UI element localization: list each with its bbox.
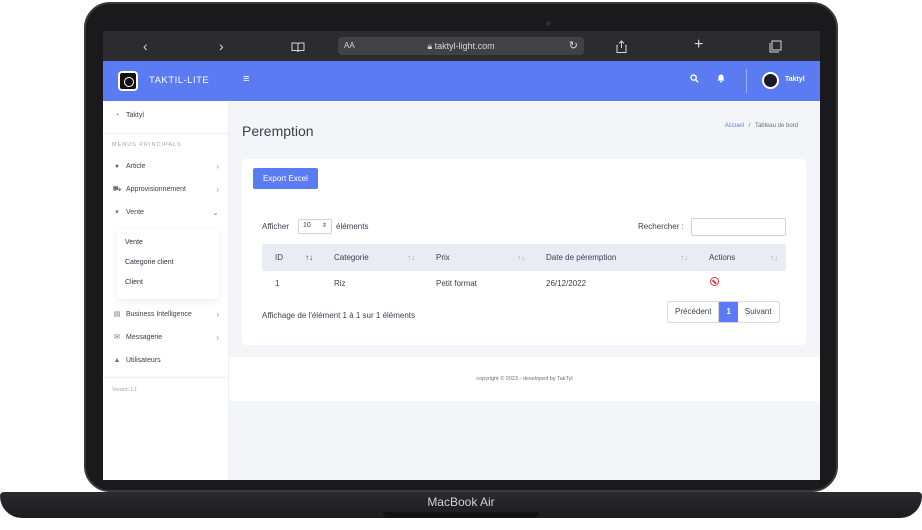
address-bar[interactable]: AA 🔒︎ taktyl-light.com ↻ xyxy=(338,37,584,55)
column-header-categorie[interactable]: Categorie xyxy=(334,244,369,271)
datatable-card: Export Excel Afficher 10 ⇕ éléments Rech… xyxy=(242,159,806,345)
sort-desc-icon[interactable]: ↑↓ xyxy=(305,244,313,271)
search-label: Rechercher : xyxy=(638,222,684,231)
user-name[interactable]: Taktyl xyxy=(785,76,805,83)
cell-date: 26/12/2022 xyxy=(546,279,587,288)
share-icon[interactable] xyxy=(616,39,627,57)
screen: ‹ › AA 🔒︎ taktyl-light.com ↻ + TAKTIL-LI… xyxy=(103,31,820,480)
breadcrumb: Accueil / Tableau de bord xyxy=(725,123,798,129)
sidebar-item-label: Article xyxy=(126,163,146,170)
sidebar-item-approvisionnement[interactable]: ⛟ Approvisionnement › xyxy=(103,181,229,199)
reload-icon[interactable]: ↻ xyxy=(569,37,578,55)
pagination-previous[interactable]: Précédent xyxy=(668,302,720,322)
column-header-actions[interactable]: Actions xyxy=(709,244,735,271)
sidebar-item-vente[interactable]: ▾ Vente ⌄ xyxy=(103,204,229,222)
version-label: Version 1.1 xyxy=(112,387,138,393)
footer: copyright © 2023 - developed by TakTyl xyxy=(229,357,820,401)
sort-icon[interactable]: ↑↓ xyxy=(680,244,688,271)
page-size-suffix: éléments xyxy=(336,222,369,231)
truck-icon: ⛟ xyxy=(112,186,122,193)
search-icon[interactable] xyxy=(690,74,699,85)
page-size-value: 10 xyxy=(303,222,311,229)
tabs-overview-icon[interactable] xyxy=(769,39,782,57)
pagination-next[interactable]: Suivant xyxy=(738,302,779,322)
cart-icon: ▾ xyxy=(115,209,119,216)
select-arrows-icon: ⇕ xyxy=(321,223,327,229)
sidebar-item-label: Approvisionnement xyxy=(126,186,186,193)
page-title: Peremption xyxy=(242,123,314,139)
chart-icon: ▤ xyxy=(113,311,121,318)
sidebar-item-label: Utilisateurs xyxy=(126,357,161,364)
breadcrumb-home[interactable]: Accueil xyxy=(725,123,744,129)
device-label: MacBook Air xyxy=(427,495,495,509)
sidebar-item-dashboard[interactable]: ◔ Taktyl xyxy=(103,107,229,125)
sidebar-item-label: Taktyl xyxy=(126,112,144,119)
lock-icon: 🔒︎ xyxy=(427,41,435,51)
avatar[interactable] xyxy=(762,72,779,89)
browser-toolbar: ‹ › AA 🔒︎ taktyl-light.com ↻ + xyxy=(103,31,820,61)
cell-id: 1 xyxy=(275,279,280,288)
sidebar-item-article[interactable]: ● Article › xyxy=(103,158,229,176)
table-header: ID ↑↓ Categorie ↑↓ Prix ↑↓ Date de pérem… xyxy=(262,244,786,271)
book-icon[interactable] xyxy=(291,39,305,57)
table-info: Affichage de l'élément 1 à 1 sur 1 éléme… xyxy=(262,311,416,320)
forward-button[interactable]: › xyxy=(219,37,224,55)
sort-icon[interactable]: ↑↓ xyxy=(770,244,778,271)
cube-icon: ● xyxy=(114,163,120,170)
sort-icon[interactable]: ↑↓ xyxy=(517,244,525,271)
pagination: Précédent 1 Suivant xyxy=(667,301,780,323)
back-button[interactable]: ‹ xyxy=(143,37,148,55)
sidebar-section-header: MENUS PRINCIPALS xyxy=(112,142,182,148)
cell-categorie: Riz xyxy=(334,279,346,288)
brand-name: TAKTIL-LITE xyxy=(149,75,210,86)
menu-toggle-icon[interactable]: ≡ xyxy=(243,73,249,85)
breadcrumb-separator: / xyxy=(748,123,751,129)
chevron-right-icon: › xyxy=(216,185,219,194)
sidebar-item-messagerie[interactable]: ✉ Messagerie › xyxy=(103,329,229,347)
column-header-id[interactable]: ID xyxy=(275,244,283,271)
laptop-notch xyxy=(383,512,539,518)
bell-icon[interactable] xyxy=(717,74,725,85)
new-tab-icon[interactable]: + xyxy=(694,36,703,54)
url-value: taktyl-light.com xyxy=(434,41,495,51)
cell-prix: Petit format xyxy=(436,279,477,288)
column-header-prix[interactable]: Prix xyxy=(436,244,450,271)
camera xyxy=(546,21,551,26)
breadcrumb-current: Tableau de bord xyxy=(754,123,798,129)
pagination-page-current[interactable]: 1 xyxy=(719,302,738,322)
search-input[interactable] xyxy=(691,218,786,236)
envelope-icon: ✉ xyxy=(114,334,120,341)
sidebar-brand[interactable]: TAKTIL-LITE xyxy=(103,61,229,101)
page-size-select[interactable]: 10 ⇕ xyxy=(298,219,332,234)
sidebar-item-business-intelligence[interactable]: ▤ Business Intelligence › xyxy=(103,306,229,324)
column-header-date[interactable]: Date de péremption xyxy=(546,244,616,271)
sidebar-item-utilisateurs[interactable]: ▲ Utilisateurs xyxy=(103,352,229,370)
sidebar-divider xyxy=(103,133,229,134)
user-icon: ▲ xyxy=(113,357,121,364)
sidebar-item-label: Vente xyxy=(126,209,144,216)
top-navbar: ≡ Taktyl xyxy=(229,61,820,101)
sidebar-divider xyxy=(103,377,229,378)
sort-icon[interactable]: ↑↓ xyxy=(407,244,415,271)
submenu-item-categorie-client[interactable]: Categorie client xyxy=(125,259,174,266)
submenu-item-vente[interactable]: Vente xyxy=(125,239,143,246)
submenu-item-client[interactable]: Client xyxy=(125,279,143,286)
sidebar-item-label: Messagerie xyxy=(126,334,163,341)
chevron-right-icon: › xyxy=(216,162,219,171)
gauge-icon: ◔ xyxy=(114,112,120,119)
page-size-label: Afficher xyxy=(262,222,289,231)
brand-logo xyxy=(118,71,138,91)
url-text: 🔒︎ taktyl-light.com xyxy=(338,37,584,55)
navbar-divider xyxy=(746,69,747,93)
sidebar-item-label: Business Intelligence xyxy=(126,311,192,318)
chevron-right-icon: › xyxy=(216,310,219,319)
export-excel-button[interactable]: Export Excel xyxy=(253,168,318,189)
chevron-down-icon: ⌄ xyxy=(212,208,219,217)
vente-submenu: Vente Categorie client Client xyxy=(117,229,219,299)
delete-icon[interactable] xyxy=(710,277,719,286)
chevron-right-icon: › xyxy=(216,333,219,342)
